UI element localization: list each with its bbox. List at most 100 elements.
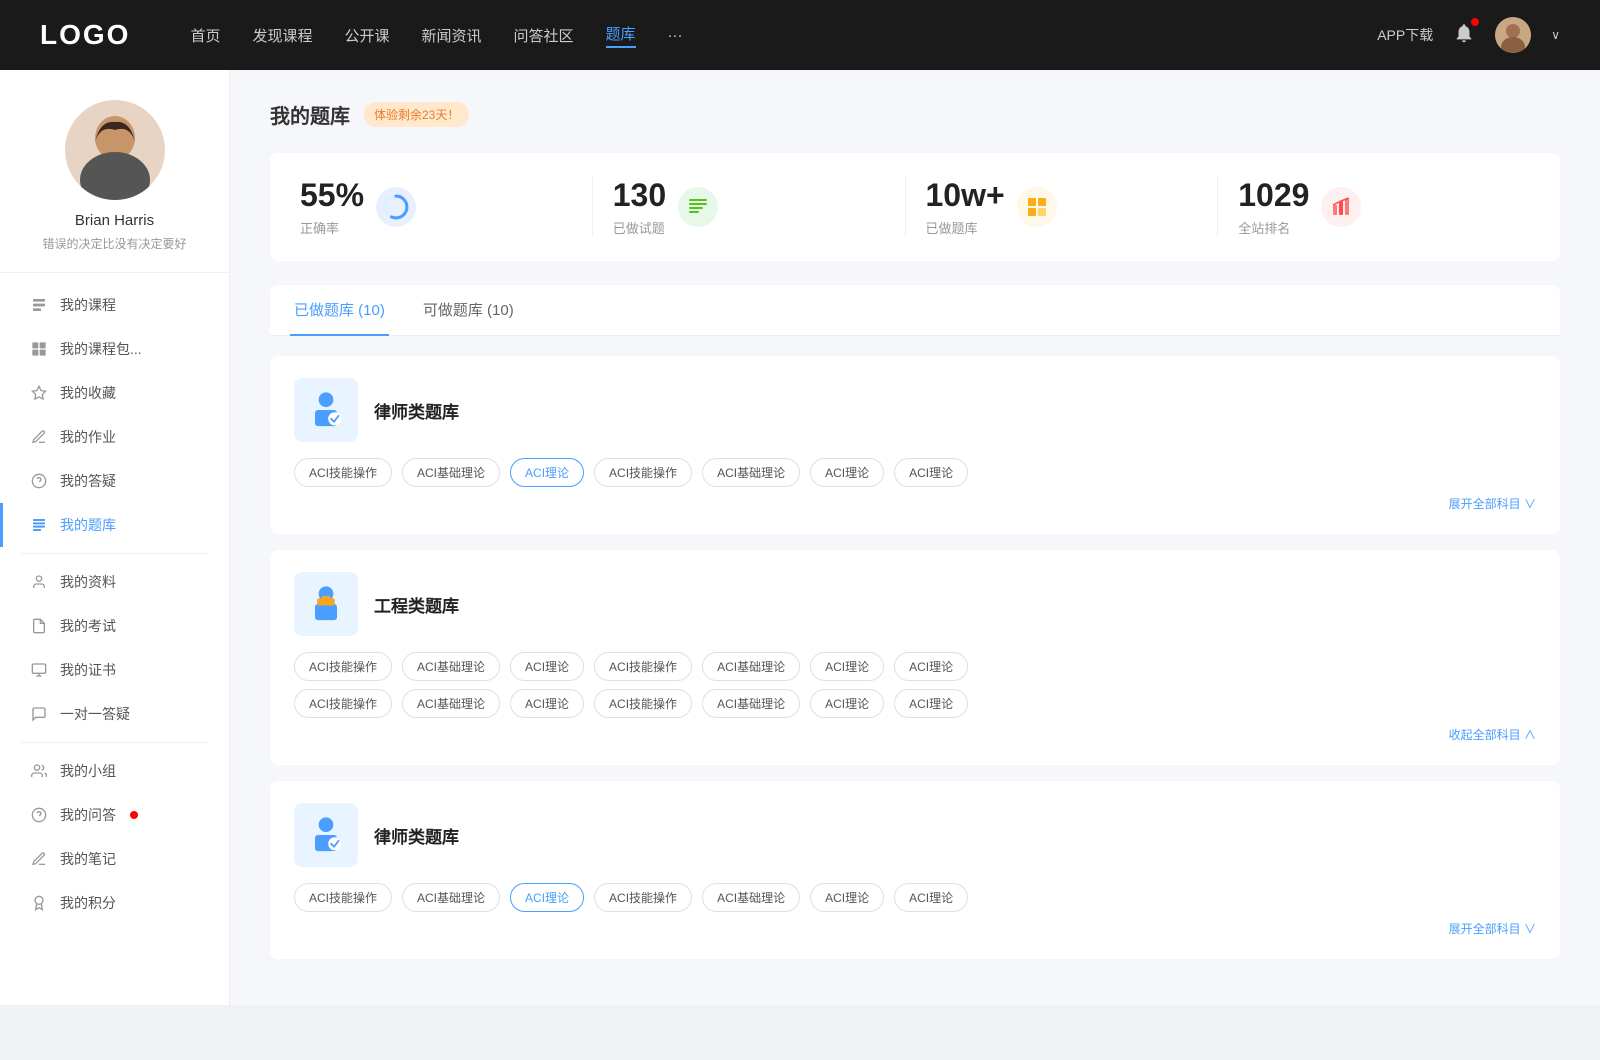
tag-3-4[interactable]: ACI基础理论 [702, 883, 800, 912]
accuracy-value: 55% [300, 177, 364, 214]
qbank-card-1: 律师类题库 ACI技能操作 ACI基础理论 ACI理论 ACI技能操作 ACI基… [270, 356, 1560, 534]
tag-3-2[interactable]: ACI理论 [510, 883, 584, 912]
nav-discover[interactable]: 发现课程 [252, 25, 312, 46]
main-content: 我的题库 体验剩余23天！ 55% 正确率 130 [230, 70, 1600, 1005]
tag-1-5[interactable]: ACI理论 [810, 458, 884, 487]
stat-ranking: 1029 全站排名 [1218, 177, 1530, 237]
tag-3-5[interactable]: ACI理论 [810, 883, 884, 912]
tags-row-2a: ACI技能操作 ACI基础理论 ACI理论 ACI技能操作 ACI基础理论 AC… [294, 652, 1536, 681]
oneone-icon [30, 705, 48, 723]
sidebar-item-oneone[interactable]: 一对一答疑 [0, 692, 229, 736]
lawyer-icon [304, 388, 348, 432]
sidebar-item-myexam[interactable]: 我的考试 [0, 604, 229, 648]
sidebar-label-qa: 我的答疑 [60, 471, 116, 491]
sidebar-item-notes[interactable]: 我的笔记 [0, 837, 229, 881]
tab-available[interactable]: 可做题库 (10) [419, 285, 518, 336]
tag-2-4[interactable]: ACI基础理论 [702, 652, 800, 681]
sidebar-item-qa[interactable]: 我的答疑 [0, 459, 229, 503]
sidebar-item-coursepack[interactable]: 我的课程包... [0, 327, 229, 371]
sidebar-item-mydata[interactable]: 我的资料 [0, 560, 229, 604]
tag-3-1[interactable]: ACI基础理论 [402, 883, 500, 912]
tag-2b-3[interactable]: ACI技能操作 [594, 689, 692, 718]
sidebar-label-cert: 我的证书 [60, 660, 116, 680]
nav-opencourse[interactable]: 公开课 [344, 25, 389, 46]
main-layout: Brian Harris 错误的决定比没有决定要好 我的课程 我的课程包... [0, 70, 1600, 1005]
user-avatar-nav[interactable] [1495, 17, 1531, 53]
engineer-icon [304, 582, 348, 626]
sidebar-label-coursepack: 我的课程包... [60, 339, 142, 359]
done-banks-icon [1017, 187, 1057, 227]
tag-1-1[interactable]: ACI基础理论 [402, 458, 500, 487]
sidebar-label-notes: 我的笔记 [60, 849, 116, 869]
sidebar-item-points[interactable]: 我的积分 [0, 881, 229, 925]
tag-1-6[interactable]: ACI理论 [894, 458, 968, 487]
tag-1-3[interactable]: ACI技能操作 [594, 458, 692, 487]
expand-link-3[interactable]: 展开全部科目 ∨ [294, 920, 1536, 937]
tag-1-0[interactable]: ACI技能操作 [294, 458, 392, 487]
tag-2-0[interactable]: ACI技能操作 [294, 652, 392, 681]
tag-2-5[interactable]: ACI理论 [810, 652, 884, 681]
sidebar-item-favorites[interactable]: 我的收藏 [0, 371, 229, 415]
tag-2b-6[interactable]: ACI理论 [894, 689, 968, 718]
notification-badge [1471, 18, 1479, 26]
avatar-image-sidebar [65, 100, 165, 200]
qbank-title-3: 律师类题库 [374, 823, 459, 848]
stat-done-questions: 130 已做试题 [593, 177, 906, 237]
sidebar-label-homework: 我的作业 [60, 427, 116, 447]
nav-qa[interactable]: 问答社区 [514, 25, 574, 46]
page-title: 我的题库 [270, 100, 350, 129]
expand-link-1[interactable]: 展开全部科目 ∨ [294, 495, 1536, 512]
sidebar-label-mycourse: 我的课程 [60, 295, 116, 315]
tag-3-3[interactable]: ACI技能操作 [594, 883, 692, 912]
nav-news[interactable]: 新闻资讯 [422, 25, 482, 46]
tag-2-6[interactable]: ACI理论 [894, 652, 968, 681]
nav-home[interactable]: 首页 [190, 25, 220, 46]
tags-row-3: ACI技能操作 ACI基础理论 ACI理论 ACI技能操作 ACI基础理论 AC… [294, 883, 1536, 912]
points-icon [30, 894, 48, 912]
qbank-card-3: 律师类题库 ACI技能操作 ACI基础理论 ACI理论 ACI技能操作 ACI基… [270, 781, 1560, 959]
tag-2b-5[interactable]: ACI理论 [810, 689, 884, 718]
qbank-menu-icon [30, 516, 48, 534]
favorites-icon [30, 384, 48, 402]
grid-icon [1025, 195, 1049, 219]
tag-2-1[interactable]: ACI基础理论 [402, 652, 500, 681]
app-download-button[interactable]: APP下载 [1377, 25, 1433, 45]
qbank-title-2: 工程类题库 [374, 592, 459, 617]
sidebar-item-group[interactable]: 我的小组 [0, 749, 229, 793]
mydata-icon [30, 573, 48, 591]
tag-2-3[interactable]: ACI技能操作 [594, 652, 692, 681]
collapse-link-2[interactable]: 收起全部科目 ∧ [294, 726, 1536, 743]
navbar: LOGO 首页 发现课程 公开课 新闻资讯 问答社区 题库 ··· APP下载 … [0, 0, 1600, 70]
tag-3-0[interactable]: ACI技能操作 [294, 883, 392, 912]
tag-2b-2[interactable]: ACI理论 [510, 689, 584, 718]
stat-accuracy: 55% 正确率 [300, 177, 593, 237]
sidebar-item-myqa[interactable]: 我的问答 [0, 793, 229, 837]
tag-1-4[interactable]: ACI基础理论 [702, 458, 800, 487]
navbar-right: APP下载 ∨ [1377, 17, 1560, 53]
sidebar-item-qbank[interactable]: 我的题库 [0, 503, 229, 547]
tab-done[interactable]: 已做题库 (10) [290, 285, 389, 336]
nav-menu: 首页 发现课程 公开课 新闻资讯 问答社区 题库 ··· [190, 23, 1377, 48]
sidebar-divider-1 [20, 553, 209, 554]
tabs-bar: 已做题库 (10) 可做题库 (10) [270, 285, 1560, 336]
sidebar-item-cert[interactable]: 我的证书 [0, 648, 229, 692]
done-banks-value: 10w+ [926, 177, 1005, 214]
nav-more[interactable]: ··· [668, 27, 683, 44]
sidebar-item-homework[interactable]: 我的作业 [0, 415, 229, 459]
qbank-header-3: 律师类题库 [294, 803, 1536, 867]
nav-qbank[interactable]: 题库 [606, 23, 636, 48]
logo: LOGO [40, 19, 130, 51]
tag-2b-0[interactable]: ACI技能操作 [294, 689, 392, 718]
profile-motto: 错误的决定比没有决定要好 [42, 235, 186, 252]
sidebar-label-myexam: 我的考试 [60, 616, 116, 636]
tag-3-6[interactable]: ACI理论 [894, 883, 968, 912]
tag-2b-1[interactable]: ACI基础理论 [402, 689, 500, 718]
tag-2-2[interactable]: ACI理论 [510, 652, 584, 681]
tag-1-2[interactable]: ACI理论 [510, 458, 584, 487]
notification-bell[interactable] [1453, 22, 1475, 49]
sidebar-item-mycourse[interactable]: 我的课程 [0, 283, 229, 327]
user-menu-chevron[interactable]: ∨ [1551, 28, 1560, 42]
ranking-label: 全站排名 [1238, 218, 1309, 237]
tag-2b-4[interactable]: ACI基础理论 [702, 689, 800, 718]
done-questions-label: 已做试题 [613, 218, 666, 237]
